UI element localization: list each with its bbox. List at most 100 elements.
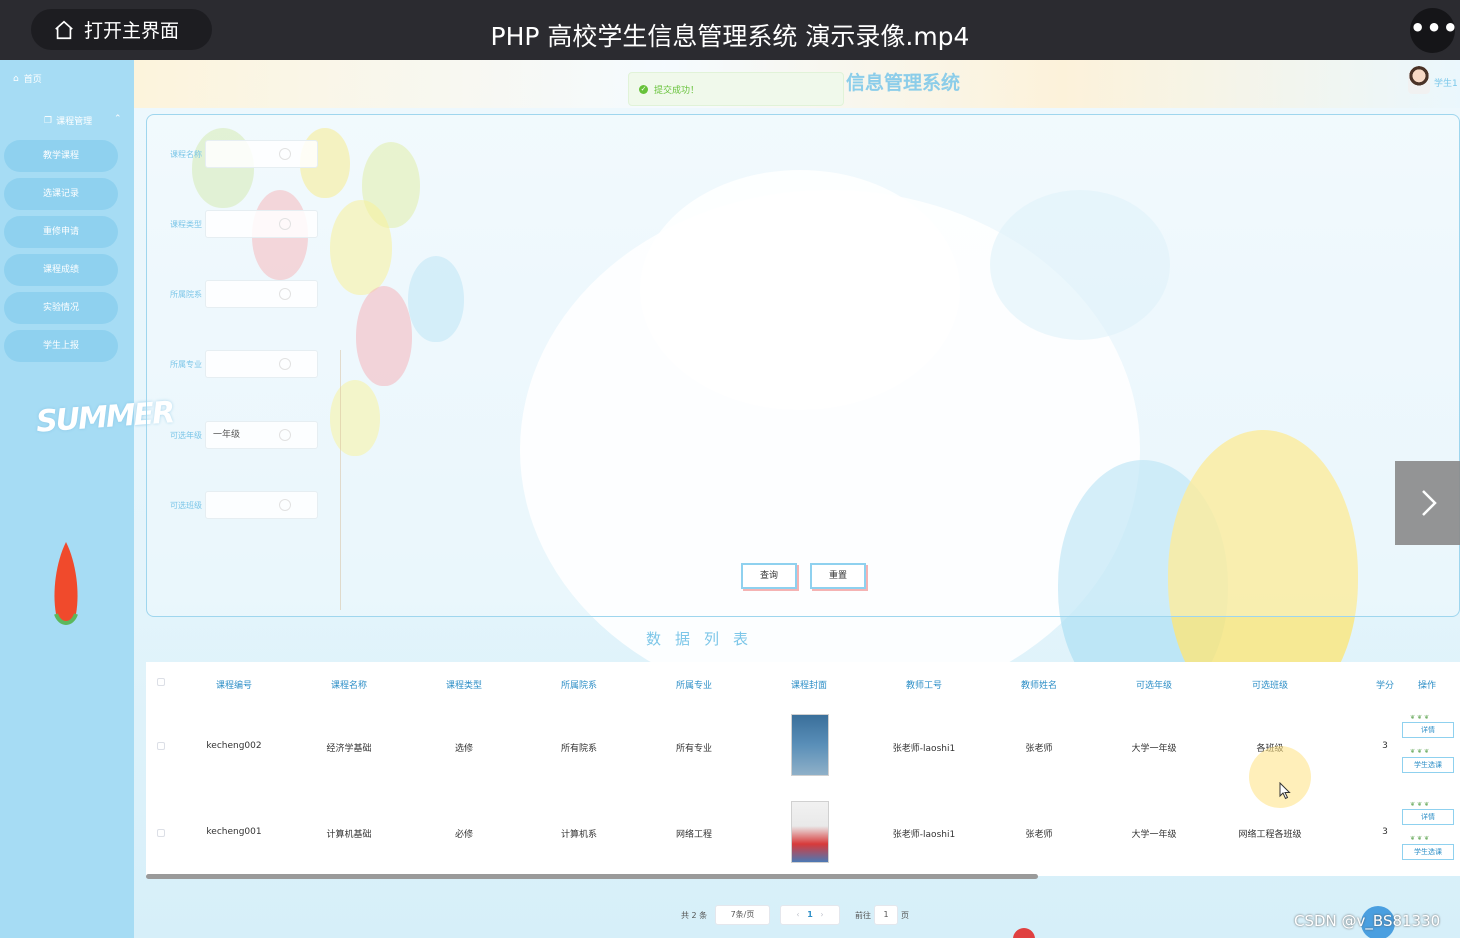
data-list-title: 数据列表 — [646, 630, 763, 648]
select-all-checkbox[interactable] — [157, 678, 165, 686]
cell-teacher-name: 张老师 — [1025, 830, 1053, 840]
row-checkbox[interactable] — [157, 829, 165, 837]
course-cover-image[interactable] — [791, 801, 829, 863]
check-circle-icon: ✓ — [639, 84, 648, 94]
watermelon-decoration — [54, 542, 78, 625]
sidebar-group-course[interactable]: ❐ 课程管理 ⌃ — [44, 114, 122, 127]
sidebar-item-course-grades[interactable]: 课程成绩 — [4, 254, 118, 286]
class-input[interactable] — [205, 491, 318, 519]
column-header[interactable]: 可选班级 — [1220, 678, 1320, 691]
page-suffix: 页 — [901, 911, 909, 920]
clear-icon[interactable] — [279, 499, 291, 511]
search-panel — [146, 114, 1460, 617]
pager-nav: ‹ 1 › — [780, 905, 840, 925]
chevron-up-icon: ⌃ — [114, 114, 122, 124]
grade-label: 可选年级 — [170, 431, 202, 440]
button-decoration: ❦❦❦ — [1410, 748, 1432, 755]
course-name-input[interactable] — [205, 140, 318, 168]
major-input[interactable] — [205, 350, 318, 378]
goto-page-input[interactable]: 1 — [874, 905, 898, 925]
course-name-label: 课程名称 — [170, 150, 202, 159]
cell-course-code: kecheng002 — [206, 741, 262, 751]
column-header[interactable]: 课程编号 — [184, 678, 284, 691]
sidebar-item-home[interactable]: ⌂ 首页 — [13, 72, 42, 86]
cell-major: 网络工程 — [675, 830, 712, 840]
sidebar-item-retake-application[interactable]: 重修申请 — [4, 216, 118, 248]
cell-teacher-name: 张老师 — [1025, 744, 1053, 754]
column-header[interactable]: 所属院系 — [529, 678, 629, 691]
major-label: 所属专业 — [170, 360, 202, 369]
department-label: 所属院系 — [170, 290, 202, 299]
cell-course-type: 选修 — [454, 744, 473, 754]
cell-major: 所有专业 — [675, 744, 712, 754]
clear-icon[interactable] — [279, 429, 291, 441]
column-header: 操作 — [1417, 681, 1436, 691]
clear-icon[interactable] — [279, 148, 291, 160]
grade-input[interactable]: 一年级 — [205, 421, 318, 449]
cell-class: 网络工程各班级 — [1238, 830, 1302, 840]
success-toast: ✓ 提交成功！ — [628, 72, 844, 106]
grade-value: 一年级 — [213, 430, 241, 440]
button-decoration: ❦❦❦ — [1410, 714, 1432, 721]
document-icon: ❐ — [44, 115, 53, 126]
next-slide-button[interactable] — [1395, 461, 1460, 545]
app-window: 信息管理系统 ✓ 提交成功！ 学生1 ⌂ 首页 ❐ 课程管理 ⌃ 教学课程 选课… — [0, 60, 1460, 938]
csdn-watermark: CSDN @v_BS81330 — [1294, 912, 1441, 930]
cell-course-name: 经济学基础 — [326, 744, 372, 754]
button-decoration: ❦❦❦ — [1410, 801, 1432, 808]
column-header[interactable]: 教师姓名 — [989, 678, 1089, 691]
department-input[interactable] — [205, 280, 318, 308]
column-header[interactable]: 课程类型 — [414, 678, 514, 691]
mouse-cursor-icon — [1279, 782, 1291, 800]
cell-course-code: kecheng001 — [206, 827, 262, 837]
course-table: 课程编号 课程名称 课程类型 所属院系 所属专业 课程封面 教师工号 教师姓名 … — [146, 662, 1460, 879]
total-count: 共 2 条 — [681, 911, 708, 920]
chevron-right-icon — [1422, 490, 1437, 516]
sidebar-item-lab-status[interactable]: 实验情况 — [4, 292, 118, 324]
column-header[interactable]: 课程名称 — [299, 678, 399, 691]
current-page[interactable]: 1 — [807, 910, 813, 919]
course-cover-image[interactable] — [791, 714, 829, 776]
sidebar: ⌂ 首页 ❐ 课程管理 ⌃ 教学课程 选课记录 重修申请 课程成绩 实验情况 学… — [0, 60, 174, 938]
row-checkbox[interactable] — [157, 742, 165, 750]
cell-grade: 大学一年级 — [1131, 744, 1177, 754]
column-header[interactable]: 可选年级 — [1104, 678, 1204, 691]
reset-button[interactable]: 重置 — [810, 563, 866, 589]
detail-button[interactable]: 详情 — [1402, 722, 1454, 738]
toast-message: 提交成功！ — [654, 85, 700, 96]
next-page-icon[interactable]: › — [820, 910, 823, 919]
clear-icon[interactable] — [279, 218, 291, 230]
prev-page-icon[interactable]: ‹ — [796, 910, 799, 919]
select-course-button[interactable]: 学生选课 — [1402, 757, 1454, 773]
cell-grade: 大学一年级 — [1131, 830, 1177, 840]
clear-icon[interactable] — [279, 358, 291, 370]
column-header[interactable]: 课程封面 — [759, 678, 859, 691]
column-header[interactable]: 教师工号 — [874, 678, 974, 691]
cell-teacher-id: 张老师-laoshi1 — [892, 744, 956, 754]
sidebar-item-teaching-course[interactable]: 教学课程 — [4, 140, 118, 172]
avatar[interactable] — [1408, 66, 1430, 94]
detail-button[interactable]: 详情 — [1402, 809, 1454, 825]
course-type-input[interactable] — [205, 210, 318, 238]
column-header[interactable]: 所属专业 — [644, 678, 744, 691]
course-type-label: 课程类型 — [170, 220, 202, 229]
sidebar-home-label: 首页 — [23, 75, 42, 85]
query-button[interactable]: 查询 — [741, 563, 797, 589]
page-size-select[interactable]: 7条/页 — [715, 905, 770, 925]
home-icon: ⌂ — [13, 73, 19, 84]
cell-department: 计算机系 — [560, 830, 597, 840]
cell-course-type: 必修 — [454, 830, 473, 840]
sidebar-item-student-report[interactable]: 学生上报 — [4, 330, 118, 362]
video-title: PHP 高校学生信息管理系统 演示录像.mp4 — [490, 22, 970, 51]
sidebar-item-selection-records[interactable]: 选课记录 — [4, 178, 118, 210]
cell-department: 所有院系 — [560, 744, 597, 754]
select-course-button[interactable]: 学生选课 — [1402, 844, 1454, 860]
sidebar-group-label: 课程管理 — [56, 117, 93, 127]
user-name[interactable]: 学生1 — [1434, 76, 1458, 89]
button-decoration: ❦❦❦ — [1410, 835, 1432, 842]
clear-icon[interactable] — [279, 288, 291, 300]
more-options-button[interactable]: ••• — [1410, 8, 1458, 53]
cell-teacher-id: 张老师-laoshi1 — [892, 830, 956, 840]
class-label: 可选班级 — [170, 501, 202, 510]
horizontal-scrollbar[interactable] — [146, 874, 1038, 879]
